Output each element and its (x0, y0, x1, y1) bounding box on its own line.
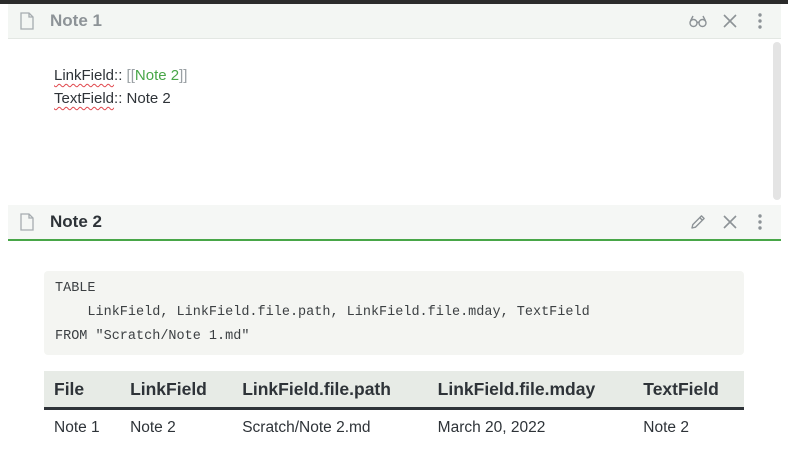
dataview-query-code-block[interactable]: TABLE LinkField, LinkField.file.path, Li… (44, 271, 744, 355)
document-icon (20, 12, 34, 30)
note-1-body[interactable]: LinkField:: [[Note 2]] TextField:: Note … (8, 39, 772, 203)
table-header-row: File LinkField LinkField.file.path LinkF… (44, 371, 744, 410)
dataview-result-table: File LinkField LinkField.file.path LinkF… (44, 371, 744, 446)
column-header-linkfield-file-mday[interactable]: LinkField.file.mday (427, 371, 634, 410)
reading-glasses-icon[interactable] (689, 12, 707, 30)
note-2-pane: Note 2 TABLE LinkField, LinkField.file.p… (0, 203, 788, 472)
column-header-file[interactable]: File (44, 371, 121, 410)
more-vertical-icon[interactable] (751, 213, 769, 231)
column-header-linkfield-file-path[interactable]: LinkField.file.path (232, 371, 428, 410)
note-1-title: Note 1 (50, 11, 102, 30)
note-2-body[interactable]: TABLE LinkField, LinkField.file.path, Li… (8, 241, 772, 472)
note-1-header: Note 1 (8, 4, 781, 39)
document-icon (20, 213, 34, 231)
field-name: TextField (54, 90, 115, 107)
close-icon[interactable] (721, 12, 739, 30)
cell-file-path: Scratch/Note 2.md (242, 419, 371, 436)
internal-link-note-2[interactable]: Note 2 (135, 67, 179, 84)
note-1-scrollbar[interactable] (773, 42, 781, 200)
edit-pencil-icon[interactable] (689, 213, 707, 231)
table-row: Note 1 Note 2 Scratch/Note 2.md March 20… (44, 409, 744, 447)
code-line: LinkField, LinkField.file.path, LinkFiel… (55, 305, 590, 320)
column-header-textfield[interactable]: TextField (633, 371, 744, 410)
close-icon[interactable] (721, 213, 739, 231)
linkfield-line: LinkField:: [[Note 2]] (54, 67, 187, 84)
field-separator: :: (114, 67, 127, 84)
note-2-title: Note 2 (50, 212, 102, 231)
field-name: LinkField (54, 67, 115, 84)
field-separator: :: (114, 90, 127, 107)
field-value: Note 2 (126, 90, 171, 107)
link-close-brackets: ]] (179, 67, 188, 84)
code-line: FROM "Scratch/Note 1.md" (55, 329, 250, 344)
cell-textfield: Note 2 (643, 419, 689, 436)
textfield-line: TextField:: Note 2 (54, 90, 171, 107)
link-open-brackets: [[ (126, 67, 135, 84)
note-2-header: Note 2 (8, 205, 781, 241)
column-header-linkfield[interactable]: LinkField (120, 371, 233, 410)
cell-file-mday: March 20, 2022 (437, 419, 546, 436)
cell-linkfield-link[interactable]: Note 2 (120, 409, 232, 447)
code-line: TABLE (55, 281, 96, 296)
cell-file-link[interactable]: Note 1 (44, 409, 120, 447)
more-vertical-icon[interactable] (751, 12, 769, 30)
note-1-pane: Note 1 LinkField:: [[Note 2]] TextField:… (0, 4, 788, 203)
